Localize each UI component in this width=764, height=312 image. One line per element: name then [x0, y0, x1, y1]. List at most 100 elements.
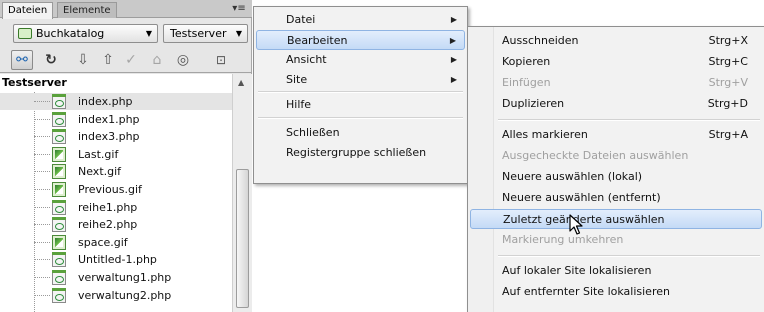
file-name: Untitled-1.php	[78, 253, 157, 266]
menu-item-label: Bearbeiten	[287, 34, 348, 47]
menu-item[interactable]: Site ▶	[256, 70, 465, 90]
submenu-item[interactable]: Auf entfernter Site lokalisieren	[470, 282, 762, 302]
file-row[interactable]: Previous.gif	[0, 181, 232, 198]
php-file-icon	[52, 288, 66, 303]
submenu-item-label: Neuere auswählen (entfernt)	[502, 191, 661, 204]
submenu-item[interactable]: Auf lokaler Site lokalisieren	[470, 261, 762, 281]
submenu-item-label: Neuere auswählen (lokal)	[502, 170, 643, 183]
php-file-icon	[52, 94, 66, 109]
file-name: verwaltung1.php	[78, 271, 172, 284]
submenu-arrow-icon: ▶	[450, 55, 457, 64]
panel-tab-bar: Dateien Elemente ▾≡	[0, 0, 252, 19]
tree-root[interactable]: Testserver	[2, 76, 67, 89]
submenu-item[interactable]: Neuere auswählen (lokal)	[470, 167, 762, 187]
php-file-icon	[52, 200, 66, 215]
file-row[interactable]: verwaltung2.php	[0, 287, 232, 304]
submenu-item-label: Kopieren	[502, 55, 551, 68]
scroll-up-icon[interactable]: ▲	[238, 78, 244, 87]
submenu-item-label: Einfügen	[502, 76, 551, 89]
check-in-icon[interactable]: ⌂	[146, 50, 168, 70]
file-row[interactable]: Untitled-1.php	[0, 251, 232, 268]
files-panel: Dateien Elemente ▾≡ Buchkatalog ▼ Testse…	[0, 0, 252, 312]
site-select[interactable]: Buchkatalog ▼	[13, 24, 158, 43]
submenu-item-label: Ausgecheckte Dateien auswählen	[502, 149, 689, 162]
file-name: Last.gif	[78, 148, 119, 161]
folder-icon	[18, 28, 32, 39]
shortcut-label: Strg+D	[707, 97, 748, 110]
panel-options-icon[interactable]: ▾≡	[232, 3, 246, 15]
file-row[interactable]: index1.php	[0, 111, 232, 128]
file-row[interactable]: space.gif	[0, 234, 232, 251]
check-out-icon[interactable]: ✓	[120, 50, 142, 70]
menu-item-label: Hilfe	[286, 98, 312, 111]
file-name: index.php	[78, 95, 133, 108]
tree-connector	[34, 224, 50, 225]
shortcut-label: Strg+A	[708, 128, 748, 141]
file-row[interactable]: Last.gif	[0, 146, 232, 163]
tree-connector	[34, 242, 50, 243]
menu-separator	[498, 255, 760, 257]
files-toolbar: ⚯ ↻ ⇩ ⇧ ✓ ⌂ ◎ ⊡	[0, 47, 252, 73]
submenu-item[interactable]: Kopieren Strg+C	[470, 52, 762, 72]
php-file-icon	[52, 112, 66, 127]
refresh-icon[interactable]: ↻	[40, 50, 62, 70]
connect-icon[interactable]: ⚯	[11, 50, 33, 70]
get-files-icon[interactable]: ⇩	[72, 50, 94, 70]
scroll-thumb[interactable]	[236, 169, 249, 308]
put-files-icon[interactable]: ⇧	[97, 50, 119, 70]
menu-item-label: Schließen	[286, 126, 340, 139]
file-row[interactable]: index.php	[0, 93, 232, 110]
menu-item[interactable]: Ansicht ▶	[256, 50, 465, 70]
submenu-item-label: Auf lokaler Site lokalisieren	[502, 264, 652, 277]
file-row[interactable]: verwaltung1.php	[0, 269, 232, 286]
gif-file-icon	[52, 147, 66, 162]
tree-connector	[34, 154, 50, 155]
tab-elemente[interactable]: Elemente	[57, 2, 117, 18]
menu-item-label: Datei	[286, 13, 316, 26]
submenu-item[interactable]: Duplizieren Strg+D	[470, 94, 762, 114]
php-file-icon	[52, 252, 66, 267]
menu-item[interactable]: Datei ▶	[256, 10, 465, 30]
menu-item-label: Registergruppe schließen	[286, 146, 427, 159]
synchronize-icon[interactable]: ◎	[172, 50, 194, 70]
tree-connector	[34, 171, 50, 172]
submenu-arrow-icon: ▶	[450, 15, 457, 24]
menu-separator	[258, 117, 463, 119]
server-select[interactable]: Testserver ▼	[163, 24, 248, 43]
file-tree: Testserver index.php index1.php index3.php…	[0, 74, 232, 312]
php-file-icon	[52, 270, 66, 285]
submenu-item[interactable]: Neuere auswählen (entfernt)	[470, 188, 762, 208]
file-name: Previous.gif	[78, 183, 142, 196]
site-select-value: Buchkatalog	[36, 27, 105, 40]
expand-icon[interactable]: ⊡	[210, 50, 232, 70]
file-row[interactable]: Next.gif	[0, 163, 232, 180]
menu-item[interactable]: Registergruppe schließen	[256, 143, 465, 163]
menu-separator	[258, 91, 463, 93]
submenu-item[interactable]: Zuletzt geänderte auswählen	[470, 209, 762, 229]
submenu-item: Ausgecheckte Dateien auswählen	[470, 146, 762, 166]
gif-file-icon	[52, 164, 66, 179]
file-row[interactable]: index3.php	[0, 128, 232, 145]
mouse-cursor-icon	[569, 214, 583, 235]
shortcut-label: Strg+C	[708, 55, 748, 68]
menu-item[interactable]: Hilfe	[256, 95, 465, 115]
file-name: space.gif	[78, 236, 128, 249]
file-row[interactable]: reihe2.php	[0, 216, 232, 233]
submenu-item[interactable]: Ausschneiden Strg+X	[470, 31, 762, 51]
chevron-down-icon: ▼	[235, 29, 242, 38]
menu-item[interactable]: Bearbeiten ▶	[256, 30, 465, 50]
vertical-scrollbar[interactable]: ▲	[232, 74, 252, 312]
shortcut-label: Strg+V	[708, 76, 748, 89]
file-name: reihe1.php	[78, 201, 138, 214]
tree-connector	[34, 277, 50, 278]
tab-dateien[interactable]: Dateien	[2, 2, 54, 19]
menu-item[interactable]: Schließen	[256, 123, 465, 143]
file-row[interactable]: reihe1.php	[0, 199, 232, 216]
submenu-arrow-icon: ▶	[449, 36, 456, 45]
file-name: index1.php	[78, 113, 140, 126]
submenu-item[interactable]: Alles markieren Strg+A	[470, 125, 762, 145]
tree-connector	[34, 119, 50, 120]
tree-connector	[34, 136, 50, 137]
chevron-down-icon: ▼	[145, 29, 152, 38]
submenu-item-label: Markierung umkehren	[502, 233, 624, 246]
